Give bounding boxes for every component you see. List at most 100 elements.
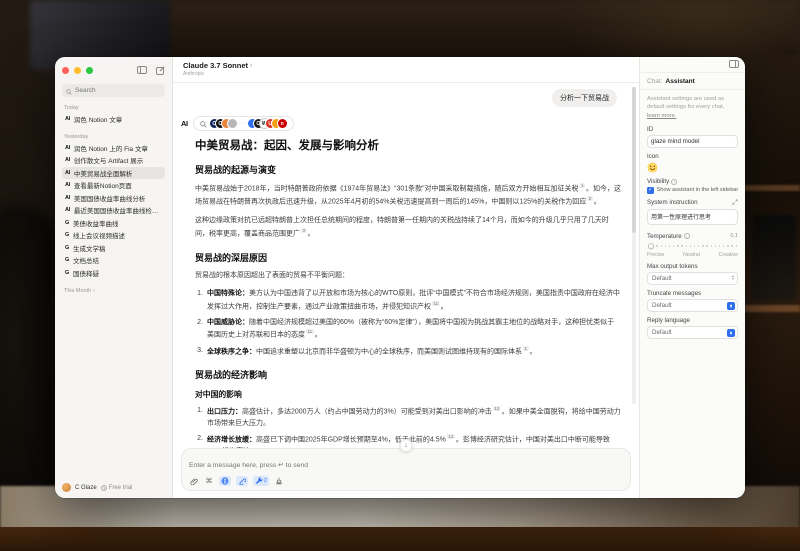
reply-language-select[interactable]: Default [647,326,738,339]
chat-list-item[interactable]: AI润色 Notion 上的 Fia 文章 [62,142,165,155]
assistant-id-field[interactable] [647,135,738,148]
chevron-right-icon: › [250,62,252,69]
temperature-slider[interactable] [648,242,737,250]
stacked-cups-blur [752,215,796,300]
main-chat-area: Claude 3.7 Sonnet › Anthropic 分析一下贸易战 AI… [173,57,639,498]
chevron-right-icon: › [93,288,95,294]
truncate-messages-select[interactable]: Default [647,299,738,312]
shelf-edge [744,185,800,191]
toggle-sidebar-icon[interactable] [137,66,147,74]
wrench-icon [255,477,263,485]
assistant-settings-description: Assistant settings are used as default s… [647,95,738,120]
link-toggle[interactable] [236,476,248,486]
info-icon[interactable]: i [671,179,677,185]
scrollbar-track[interactable] [632,87,636,404]
user-avatar[interactable] [62,483,71,492]
citation-badge[interactable]: 12 [447,434,455,439]
scrollbar-thumb[interactable] [632,87,636,233]
chat-list-item[interactable]: AI润色 Notion 文章 [62,113,165,126]
chat-list-item[interactable]: AI美国国债收益率曲线分析 [62,192,165,205]
model-badge-icon: AI [65,207,70,213]
panel-tabs: Chat: Assistant [640,73,745,90]
section-label: Today [64,105,163,111]
collapsed-section-this-month[interactable]: This Month › [64,288,163,294]
chat-title: 生成文学稿 [73,243,106,253]
chat-title: 美国国债收益率曲线分析 [74,193,146,203]
system-instruction-label-row: System instruction [647,199,738,207]
web-search-sources-chip[interactable]: CC····CWUn [193,116,294,131]
titlebar [62,64,165,76]
assistant-avatar: AI [181,119,188,128]
learn-more-link[interactable]: learn more. [647,113,676,119]
tab-assistant[interactable]: Assistant [666,78,695,85]
top-shelf-blur [170,0,800,58]
slider-label-neutral: Neutral [683,252,700,258]
zoom-window-button[interactable] [86,67,93,74]
model-badge-icon: AI [65,170,70,176]
show-assistant-checkbox[interactable]: ✓ [647,187,654,194]
link-icon [238,477,246,485]
source-favicon[interactable]: n [278,119,287,128]
select-arrows-icon [727,329,736,338]
chat-list-item[interactable]: G线上会议视频描述 [62,229,165,242]
slider-label-creative: Creative [719,252,738,258]
chat-list-item[interactable]: G美债收益率曲线 [62,217,165,230]
message-paragraph: 贸易战的根本原因超出了表面的贸易不平衡问题： [195,270,621,282]
max-output-tokens-field[interactable]: Default [647,272,738,285]
chat-header: Claude 3.7 Sonnet › Anthropic [173,57,639,83]
new-chat-icon[interactable] [156,66,165,75]
chat-list-item[interactable]: AI查看最新Notion页面 [62,179,165,192]
chat-list-item[interactable]: G国债释疑 [62,267,165,280]
plan-badge[interactable]: Free trial [101,485,133,491]
message-list-item: 1.中国特殊论：美方认为中国违背了以开放和市场为核心的WTO原则，批评“中国模式… [195,288,621,313]
tools-toggle[interactable]: 2 [253,476,269,486]
citation-badge[interactable]: 1 [523,346,529,351]
truncate-value: Default [652,302,672,309]
checkbox-label: Show assistant in the left sidebar [657,187,739,193]
citation-badge[interactable]: 1 [579,183,585,188]
assistant-emoji-icon[interactable] [647,162,658,173]
chat-list-item[interactable]: AI创作散文与 Artifact 展示 [62,154,165,167]
citation-badge[interactable]: 12 [493,406,501,411]
scroll-to-bottom-button[interactable]: ↓ [400,439,413,452]
info-icon[interactable]: i [684,233,690,239]
message-scroll-area[interactable]: 分析一下贸易战 AI CC····CWUn 中美贸易战：起因、发展与影响分析贸易… [173,83,639,448]
user-message-bubble: 分析一下贸易战 [552,89,617,107]
tab-chat[interactable]: Chat: [647,78,663,85]
search-input[interactable] [75,87,155,94]
web-browsing-toggle[interactable] [219,476,231,486]
chat-list-item[interactable]: G文档总结 [62,254,165,267]
model-selector[interactable]: Claude 3.7 Sonnet › [183,61,629,70]
attach-icon[interactable] [189,476,199,486]
toggle-right-panel-icon[interactable] [729,60,739,70]
system-instruction-field[interactable]: 用第一性原理进行思考 [647,209,738,225]
clear-context-icon[interactable] [274,476,284,486]
expand-icon[interactable] [732,199,738,207]
stepper-icon[interactable] [732,275,734,280]
user-name: C Glaze [75,485,97,491]
chat-list-item[interactable]: AI最近美国国债收益率曲线检… [62,204,165,217]
citation-badge[interactable]: 11 [432,301,440,306]
model-badge-icon: G [65,257,69,263]
chat-list-item[interactable]: G生成文学稿 [62,242,165,255]
source-favicon[interactable] [228,119,237,128]
tools-count: 2 [264,478,267,484]
citation-badge[interactable]: 3 [301,228,307,233]
chat-title: 润色 Notion 上的 Fia 文章 [74,143,148,153]
provider-name: Anthropic [183,71,629,77]
person-silhouette [0,205,57,535]
model-badge-icon: G [65,232,69,238]
citation-badge[interactable]: 11 [306,329,314,334]
close-window-button[interactable] [62,67,69,74]
message-input-box[interactable]: ⌘ 2 [181,448,631,491]
composer: ⌘ 2 [173,448,639,498]
minimize-window-button[interactable] [74,67,81,74]
message-input[interactable] [189,462,623,469]
citation-badge[interactable]: 2 [587,196,593,201]
app-window: TodayAI润色 Notion 文章YesterdayAI润色 Notion … [55,57,745,498]
reply-language-value: Default [652,329,672,336]
shortcuts-icon[interactable]: ⌘ [204,476,214,486]
slider-knob[interactable] [648,243,654,249]
sidebar-tools [137,66,165,75]
chat-list-item[interactable]: AI中美贸易战全面解析 [62,167,165,180]
